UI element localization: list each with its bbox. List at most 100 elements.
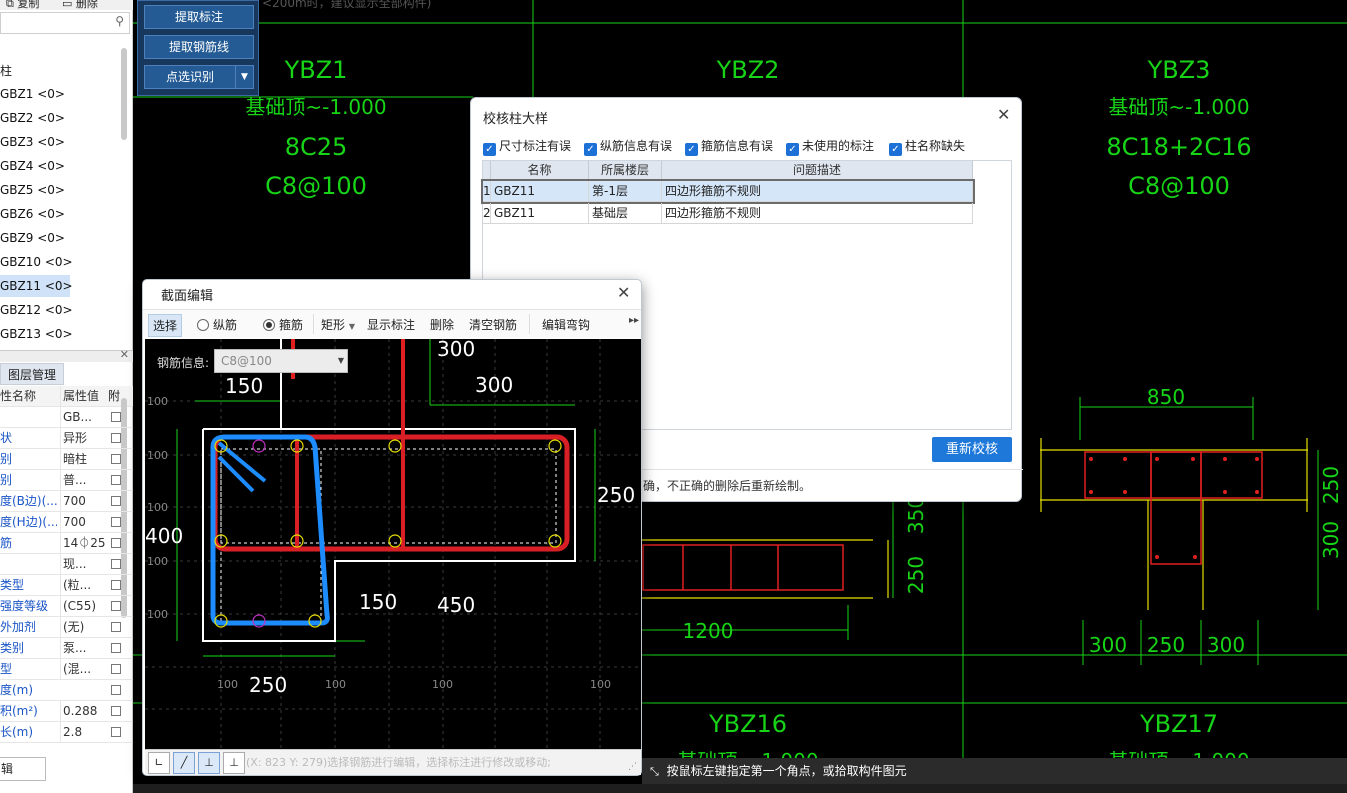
property-row[interactable]: 强度等级 (C55) xyxy=(0,596,133,617)
property-row[interactable]: GB... xyxy=(0,407,133,428)
search-icon[interactable]: ⚲ xyxy=(115,14,124,28)
list-item[interactable]: GBZ4 <0> xyxy=(0,155,70,177)
clear-rebar-button[interactable]: 清空钢筋 xyxy=(469,316,517,333)
property-value[interactable]: 700 xyxy=(60,491,106,512)
list-item[interactable]: GBZ6 <0> xyxy=(0,203,70,225)
property-row[interactable]: 度(B边)(... 700 xyxy=(0,491,133,512)
property-value[interactable]: 普... xyxy=(60,470,106,491)
list-scrollbar[interactable] xyxy=(121,48,127,140)
property-checkbox[interactable] xyxy=(111,454,121,464)
list-item[interactable]: GBZ9 <0> xyxy=(0,227,70,249)
delete-button[interactable]: 删除 xyxy=(430,316,454,333)
edit-hook-button[interactable]: 编辑弯钩 xyxy=(542,316,590,333)
list-item[interactable]: GBZ1 <0> xyxy=(0,83,70,105)
select-tool-button[interactable]: 选择 xyxy=(148,314,183,337)
property-checkbox[interactable] xyxy=(111,601,121,611)
property-row[interactable]: 类型 (粒... xyxy=(0,575,133,596)
longitudinal-radio[interactable]: 纵筋 xyxy=(197,316,237,333)
rebar-info-select[interactable]: C8@100 ▼ xyxy=(214,349,348,373)
snap-perp-icon[interactable]: ⊥ xyxy=(198,752,220,774)
property-value[interactable]: 0.288 xyxy=(60,701,106,722)
property-checkbox[interactable] xyxy=(111,559,121,569)
close-icon[interactable]: ✕ xyxy=(120,348,129,361)
property-row[interactable]: 型 (混... xyxy=(0,659,133,680)
edit-button[interactable]: 辑 xyxy=(0,757,46,781)
list-item[interactable]: GBZ12 <0> xyxy=(0,299,73,321)
property-value[interactable]: (C55) xyxy=(60,596,106,617)
property-row[interactable]: 状 异形 xyxy=(0,428,133,449)
property-checkbox[interactable] xyxy=(111,664,121,674)
list-item[interactable]: GBZ2 <0> xyxy=(0,107,70,129)
list-item[interactable]: GBZ5 <0> xyxy=(0,179,70,201)
close-icon[interactable]: ✕ xyxy=(997,105,1010,124)
property-row[interactable]: 度(m) xyxy=(0,680,133,701)
copy-button[interactable]: ⧉ 复制 xyxy=(6,0,39,11)
property-value[interactable]: GB... xyxy=(60,407,106,428)
table-header-name: 名称 xyxy=(491,161,589,181)
tab-layer-manager[interactable]: 图层管理 xyxy=(0,363,64,385)
property-value[interactable]: 现... xyxy=(60,554,106,575)
stirrup-radio[interactable]: 箍筋 xyxy=(263,316,303,333)
filter-checkbox[interactable]: ✓ 未使用的标注 xyxy=(786,137,874,156)
table-row[interactable]: 2 GBZ11 基础层 四边形箍筋不规则 xyxy=(483,203,973,224)
property-value[interactable]: 泵... xyxy=(60,638,106,659)
cad-col3-elev: 基础顶~-1.000 xyxy=(1108,95,1249,119)
property-value[interactable]: 异形 xyxy=(60,428,106,449)
search-input[interactable]: ⚲ xyxy=(0,12,130,34)
section-canvas[interactable]: 100 100 100 100 100 100 100 100 100 300 … xyxy=(145,339,641,749)
show-dims-button[interactable]: 显示标注 xyxy=(367,316,415,333)
property-value[interactable]: (混... xyxy=(60,659,106,680)
property-checkbox[interactable] xyxy=(111,538,121,548)
filter-checkbox[interactable]: ✓ 尺寸标注有误 xyxy=(483,137,571,156)
more-icon[interactable]: ▸▸ xyxy=(629,315,639,326)
list-item[interactable]: GBZ10 <0> xyxy=(0,251,73,273)
property-checkbox[interactable] xyxy=(111,580,121,590)
filter-checkbox[interactable]: ✓ 纵筋信息有误 xyxy=(584,137,672,156)
property-value[interactable]: 700 xyxy=(60,512,106,533)
list-item-selected[interactable]: GBZ11 <0> xyxy=(0,275,73,297)
resize-grip-icon[interactable]: ⋰ xyxy=(628,762,637,772)
rect-dropdown[interactable]: 矩形 ▼ xyxy=(321,316,355,333)
property-row[interactable]: 积(m²) 0.288 xyxy=(0,701,133,722)
property-row[interactable]: 别 普... xyxy=(0,470,133,491)
property-checkbox[interactable] xyxy=(111,727,121,737)
snap-mid-icon[interactable]: ⊥ xyxy=(223,752,245,774)
property-checkbox[interactable] xyxy=(111,706,121,716)
property-checkbox[interactable] xyxy=(111,433,121,443)
property-checkbox[interactable] xyxy=(111,517,121,527)
property-checkbox[interactable] xyxy=(111,412,121,422)
extract-label-button[interactable]: 提取标注 xyxy=(144,5,254,29)
property-row[interactable]: 现... xyxy=(0,554,133,575)
property-checkbox[interactable] xyxy=(111,643,121,653)
property-row[interactable]: 长(m) 2.8 xyxy=(0,722,133,743)
table-row[interactable]: 1 GBZ11 第-1层 四边形箍筋不规则 xyxy=(481,179,975,204)
property-value[interactable]: 暗柱 xyxy=(60,449,106,470)
property-checkbox[interactable] xyxy=(111,622,121,632)
recheck-button[interactable]: 重新校核 xyxy=(932,437,1012,462)
list-item[interactable]: GBZ3 <0> xyxy=(0,131,70,153)
extract-rebar-button[interactable]: 提取钢筋线 xyxy=(144,35,254,59)
snap-endpoint-icon[interactable]: ∟ xyxy=(148,752,170,774)
property-value[interactable]: 2.8 xyxy=(60,722,106,743)
dropdown-chevron-icon[interactable]: ▼ xyxy=(235,66,253,88)
property-row[interactable]: 外加剂 (无) xyxy=(0,617,133,638)
property-row[interactable]: 别 暗柱 xyxy=(0,449,133,470)
filter-checkbox[interactable]: ✓ 柱名称缺失 xyxy=(889,137,965,156)
dim-label: 250 xyxy=(597,483,635,507)
list-item[interactable]: GBZ13 <0> xyxy=(0,323,73,345)
property-value[interactable]: 14⏀25 xyxy=(60,533,106,554)
property-row[interactable]: 筋 14⏀25 xyxy=(0,533,133,554)
property-row[interactable]: 度(H边)(... 700 xyxy=(0,512,133,533)
filter-checkbox[interactable]: ✓ 箍筋信息有误 xyxy=(685,137,773,156)
snap-line-icon[interactable]: ╱ xyxy=(173,752,195,774)
point-identify-button[interactable]: 点选识别 ▼ xyxy=(144,65,254,89)
property-checkbox[interactable] xyxy=(111,496,121,506)
property-checkbox[interactable] xyxy=(111,685,121,695)
property-value[interactable]: (粒... xyxy=(60,575,106,596)
close-icon[interactable]: ✕ xyxy=(617,283,630,302)
property-row[interactable]: 类别 泵... xyxy=(0,638,133,659)
filter-bar: ✓ 尺寸标注有误 ✓ 纵筋信息有误 ✓ 箍筋信息有误 ✓ 未使用的标注 ✓ 柱名称缺失 xyxy=(483,137,1013,156)
property-checkbox[interactable] xyxy=(111,475,121,485)
property-value[interactable]: (无) xyxy=(60,617,106,638)
delete-button[interactable]: ▭ 删除 xyxy=(62,0,98,11)
